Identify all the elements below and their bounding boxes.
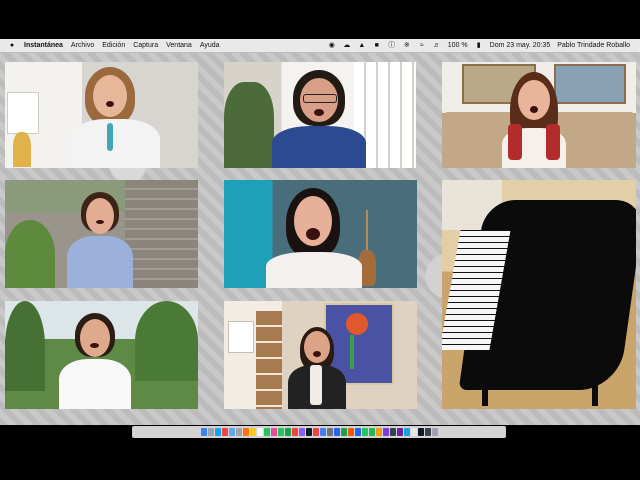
dock <box>132 426 506 438</box>
calendar-icon[interactable] <box>242 428 249 436</box>
preview-icon[interactable] <box>403 428 410 436</box>
mail-icon[interactable] <box>228 428 235 436</box>
garageband-icon[interactable] <box>375 428 382 436</box>
textedit-icon[interactable] <box>410 428 417 436</box>
video-tile-singer-2[interactable] <box>224 62 416 168</box>
menu-archivo[interactable]: Archivo <box>71 42 94 49</box>
spotify-icon[interactable] <box>368 428 375 436</box>
preferences-icon[interactable] <box>326 428 333 436</box>
video-tile-singer-4[interactable] <box>5 180 198 288</box>
messages-icon[interactable] <box>277 428 284 436</box>
trash-icon[interactable] <box>431 428 438 436</box>
safari-icon[interactable] <box>214 428 221 436</box>
menu-edicion[interactable]: Edición <box>102 42 125 49</box>
volume-icon[interactable]: ♬ <box>433 42 441 50</box>
finder-icon[interactable] <box>200 428 207 436</box>
video-tile-singer-6[interactable] <box>5 301 198 409</box>
apple-icon[interactable]: ● <box>8 42 16 50</box>
drive-icon[interactable]: ▲ <box>358 42 366 50</box>
appstore-icon[interactable] <box>319 428 326 436</box>
video-tile-piano[interactable] <box>442 180 636 409</box>
video-tile-singer-1[interactable] <box>5 62 198 168</box>
status-icon-a[interactable]: ◉ <box>328 42 336 50</box>
finalcut-icon[interactable] <box>396 428 403 436</box>
whatsapp-icon[interactable] <box>361 428 368 436</box>
word-icon[interactable] <box>333 428 340 436</box>
zoom-icon[interactable] <box>354 428 361 436</box>
music-icon[interactable] <box>291 428 298 436</box>
imovie-icon[interactable] <box>382 428 389 436</box>
date-time[interactable]: Dom 23 may. 20:35 <box>490 42 551 49</box>
desktop-background <box>0 53 640 425</box>
status-icon-b[interactable]: ■ <box>373 42 381 50</box>
info-icon[interactable]: ⓘ <box>388 42 396 50</box>
activity-icon[interactable] <box>424 428 431 436</box>
contacts-icon[interactable] <box>235 428 242 436</box>
video-tile-singer-3[interactable] <box>442 62 636 168</box>
menu-bar: ● Instantánea Archivo Edición Captura Ve… <box>0 39 640 53</box>
cloud-icon[interactable]: ☁ <box>343 42 351 50</box>
menu-captura[interactable]: Captura <box>133 42 158 49</box>
excel-icon[interactable] <box>340 428 347 436</box>
chrome-icon[interactable] <box>221 428 228 436</box>
menu-ayuda[interactable]: Ayuda <box>200 42 220 49</box>
battery-icon[interactable]: ▮ <box>475 42 483 50</box>
battery-percent: 100 % <box>447 42 468 49</box>
logic-icon[interactable] <box>389 428 396 436</box>
maps-icon[interactable] <box>263 428 270 436</box>
video-tile-singer-5[interactable] <box>224 180 417 288</box>
podcasts-icon[interactable] <box>298 428 305 436</box>
reminders-icon[interactable] <box>256 428 263 436</box>
wifi-icon[interactable]: ≈ <box>418 42 426 50</box>
news-icon[interactable] <box>312 428 319 436</box>
terminal-icon[interactable] <box>417 428 424 436</box>
menu-ventana[interactable]: Ventana <box>166 42 192 49</box>
photos-icon[interactable] <box>270 428 277 436</box>
notes-icon[interactable] <box>249 428 256 436</box>
launchpad-icon[interactable] <box>207 428 214 436</box>
user-name[interactable]: Pablo Trindade Roballo <box>557 42 630 49</box>
tv-icon[interactable] <box>305 428 312 436</box>
facetime-icon[interactable] <box>284 428 291 436</box>
app-menu[interactable]: Instantánea <box>24 42 63 49</box>
video-tile-singer-7[interactable] <box>224 301 417 409</box>
powerpoint-icon[interactable] <box>347 428 354 436</box>
bluetooth-icon[interactable]: ※ <box>403 42 411 50</box>
